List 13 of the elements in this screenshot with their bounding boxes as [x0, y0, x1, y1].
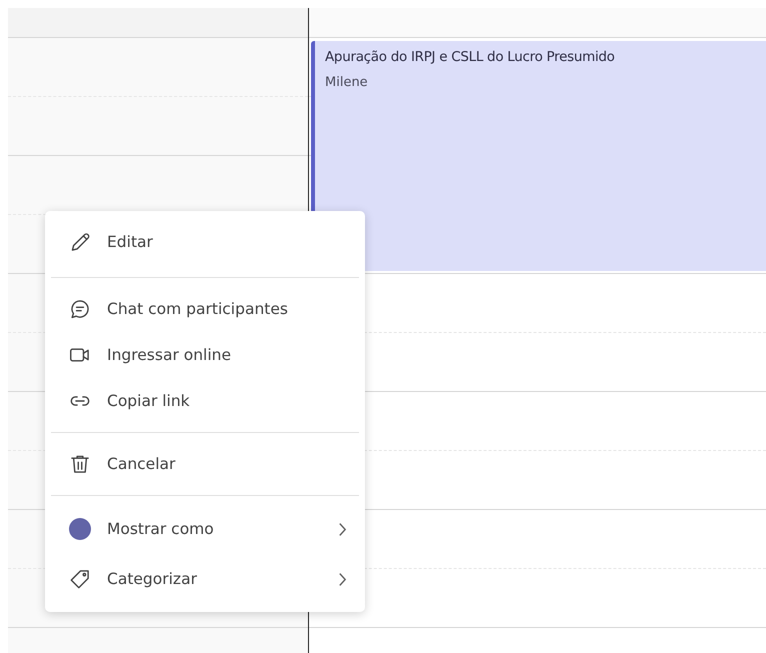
- menu-item[interactable]: Chat com participantes: [45, 286, 365, 332]
- chat-icon: [69, 298, 91, 320]
- menu-item[interactable]: Ingressar online: [45, 332, 365, 378]
- pencil-icon: [69, 231, 91, 253]
- tag-icon: [69, 568, 91, 590]
- event-organizer: Milene: [325, 75, 369, 90]
- event-title: Apuração do IRPJ e CSLL do Lucro Presumido: [325, 49, 616, 65]
- menu-item[interactable]: Mostrar como: [45, 504, 365, 554]
- trash-icon: [69, 453, 91, 475]
- menu-item[interactable]: Categorizar: [45, 554, 365, 604]
- calendar-event[interactable]: Apuração do IRPJ e CSLL do Lucro Presumido Milene: [311, 41, 766, 271]
- menu-item[interactable]: Copiar link: [45, 378, 365, 424]
- menu-item[interactable]: Cancelar: [45, 441, 365, 487]
